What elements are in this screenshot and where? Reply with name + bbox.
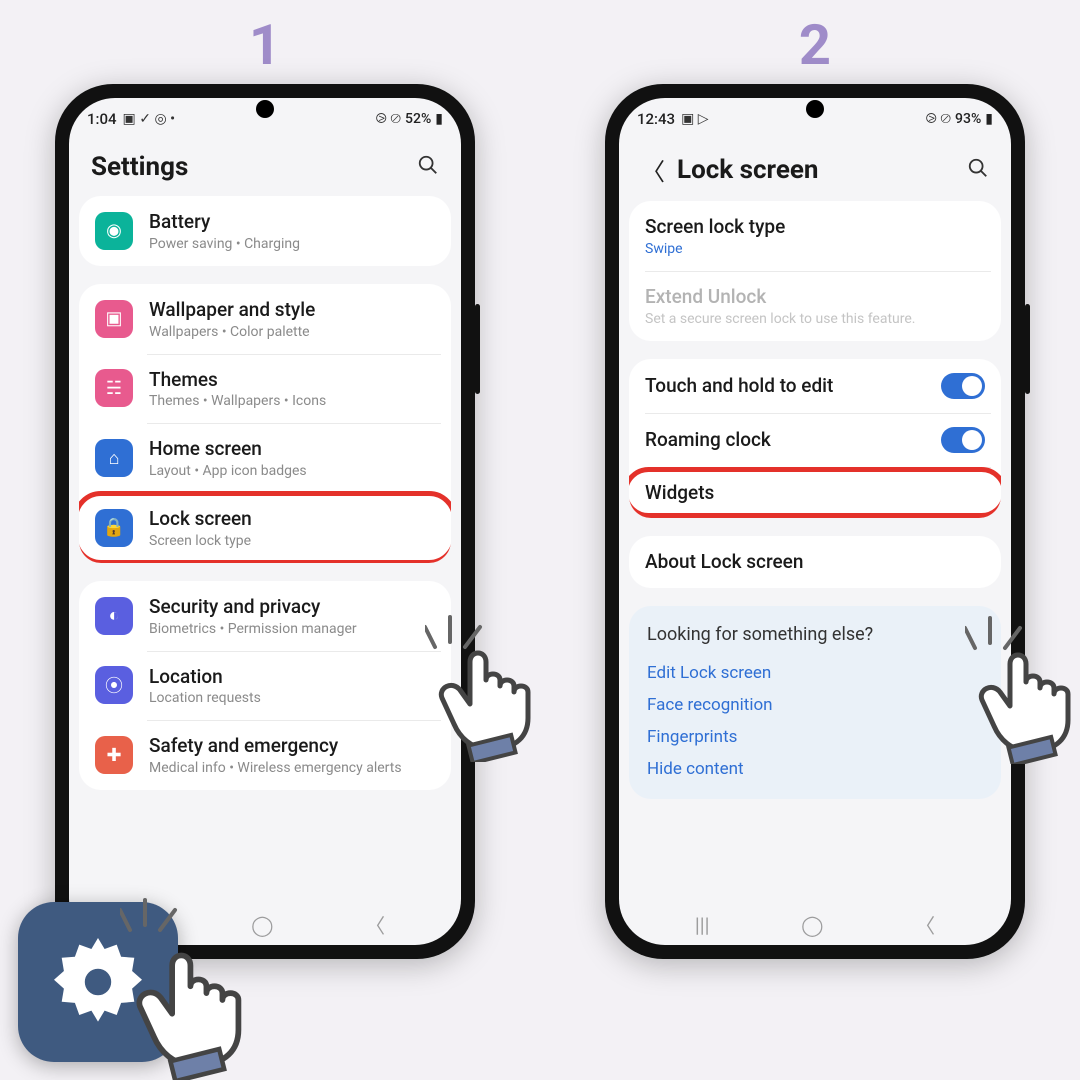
settings-group: About Lock screen <box>629 536 1001 588</box>
tap-indicator <box>120 890 190 940</box>
settings-row-touch-and-hold-to-edit[interactable]: Touch and hold to edit <box>629 359 1001 413</box>
settings-row-extend-unlock: Extend Unlock Set a secure screen lock to… <box>629 271 1001 341</box>
row-title: Touch and hold to edit <box>645 374 925 398</box>
home-icon: ⌂ <box>95 439 133 477</box>
row-subtitle: Wallpapers • Color palette <box>149 324 435 340</box>
camera-hole <box>806 100 824 118</box>
row-subtitle: Power saving • Charging <box>149 236 435 252</box>
nav-back[interactable]: 〈 <box>365 910 385 939</box>
settings-header: Settings <box>69 134 461 196</box>
lockscreen-header: 〈 Lock screen <box>619 134 1011 201</box>
row-subtitle: Swipe <box>645 241 985 257</box>
settings-row-security-and-privacy[interactable]: ◐ Security and privacy Biometrics • Permis… <box>79 581 451 651</box>
lock-icon: 🔒 <box>95 509 133 547</box>
row-title: Location <box>149 665 435 689</box>
step-2: 2 12:43 ▣ ▷ ⧁ ⊘ 93% ▮ 〈 <box>605 12 1025 959</box>
settings-group: Screen lock type Swipe Extend Unlock Set a … <box>629 201 1001 341</box>
step-number-2: 2 <box>799 12 831 78</box>
phone-screen-1: 1:04 ▣ ✓ ◎ • ⧁ ⊘ 52% ▮ Settings <box>69 98 461 945</box>
suggestion-link[interactable]: Hide content <box>647 753 983 785</box>
shield-icon: ◐ <box>95 597 133 635</box>
row-subtitle: Medical info • Wireless emergency alerts <box>149 760 435 776</box>
status-notification-icons: ▣ ✓ ◎ • <box>123 111 176 127</box>
status-time: 12:43 <box>637 110 675 128</box>
settings-row-safety-and-emergency[interactable]: ✚ Safety and emergency Medical info • Wire… <box>79 720 451 790</box>
settings-list: ◉ Battery Power saving • Charging ▣ Wallpape… <box>69 196 461 900</box>
search-icon[interactable] <box>417 154 439 180</box>
lockscreen-list: Screen lock type Swipe Extend Unlock Set a … <box>619 201 1011 900</box>
row-title: Widgets <box>645 481 985 505</box>
row-title: Security and privacy <box>149 595 435 619</box>
page-title: Settings <box>91 152 188 182</box>
row-title: Home screen <box>149 437 435 461</box>
wallpaper-icon: ▣ <box>95 300 133 338</box>
nav-back[interactable]: 〈 <box>915 910 935 939</box>
suggestion-link[interactable]: Fingerprints <box>647 721 983 753</box>
row-subtitle: Location requests <box>149 690 435 706</box>
settings-group: Touch and hold to edit Roaming clock Widge… <box>629 359 1001 519</box>
status-time: 1:04 <box>87 110 117 128</box>
battery-icon: ▮ <box>435 111 443 127</box>
row-title: Themes <box>149 368 435 392</box>
row-title: Wallpaper and style <box>149 298 435 322</box>
back-button[interactable]: 〈 <box>641 152 665 187</box>
settings-row-location[interactable]: ⦿ LocationLocation requests <box>79 651 451 721</box>
search-icon[interactable] <box>967 157 989 183</box>
settings-row-themes[interactable]: ☵ ThemesThemes • Wallpapers • Icons <box>79 354 451 424</box>
step-number-1: 1 <box>249 12 281 78</box>
phone-frame-2: 12:43 ▣ ▷ ⧁ ⊘ 93% ▮ 〈 Lock screen <box>605 84 1025 959</box>
settings-row-widgets[interactable]: Widgets <box>629 467 1001 519</box>
settings-row-screen-lock-type[interactable]: Screen lock type Swipe <box>629 201 1001 271</box>
settings-group: ◐ Security and privacy Biometrics • Permis… <box>79 581 451 790</box>
row-title: Screen lock type <box>645 215 985 239</box>
row-title: Lock screen <box>149 507 435 531</box>
suggestion-link[interactable]: Edit Lock screen <box>647 657 983 689</box>
phone-screen-2: 12:43 ▣ ▷ ⧁ ⊘ 93% ▮ 〈 Lock screen <box>619 98 1011 945</box>
toggle-switch[interactable] <box>941 373 985 399</box>
settings-row-about-lock-screen[interactable]: About Lock screen <box>629 536 1001 588</box>
row-title: Battery <box>149 210 435 234</box>
tap-indicator <box>965 608 1035 658</box>
status-battery: 93% <box>955 111 981 127</box>
settings-row-wallpaper-and-style[interactable]: ▣ Wallpaper and style Wallpapers • Color p… <box>79 284 451 354</box>
toggle-switch[interactable] <box>941 427 985 453</box>
settings-group: ◉ Battery Power saving • Charging <box>79 196 451 266</box>
row-subtitle: Biometrics • Permission manager <box>149 621 435 637</box>
emergency-icon: ✚ <box>95 736 133 774</box>
suggestion-title: Looking for something else? <box>647 624 983 645</box>
battery-icon: ▮ <box>985 111 993 127</box>
themes-icon: ☵ <box>95 369 133 407</box>
nav-home[interactable]: ◯ <box>801 913 823 937</box>
row-subtitle: Themes • Wallpapers • Icons <box>149 393 435 409</box>
row-title: Safety and emergency <box>149 734 435 758</box>
page-title: Lock screen <box>677 155 818 185</box>
tap-indicator <box>425 607 495 657</box>
settings-row-battery[interactable]: ◉ Battery Power saving • Charging <box>79 196 451 266</box>
suggestion-link[interactable]: Face recognition <box>647 689 983 721</box>
battery-icon: ◉ <box>95 212 133 250</box>
row-title: Extend Unlock <box>645 285 985 309</box>
nav-home[interactable]: ◯ <box>251 913 273 937</box>
row-subtitle: Screen lock type <box>149 533 435 549</box>
status-network-icons: ⧁ ⊘ <box>376 111 401 127</box>
status-notification-icons: ▣ ▷ <box>681 111 708 127</box>
location-icon: ⦿ <box>95 666 133 704</box>
nav-recents[interactable]: ||| <box>695 913 710 937</box>
row-title: Roaming clock <box>645 428 925 452</box>
status-battery: 52% <box>405 111 431 127</box>
row-title: About Lock screen <box>645 550 985 574</box>
suggestion-card: Looking for something else? Edit Lock scr… <box>629 606 1001 799</box>
step-1: 1 1:04 ▣ ✓ ◎ • ⧁ ⊘ 52% ▮ Se <box>55 12 475 959</box>
phone-frame-1: 1:04 ▣ ✓ ◎ • ⧁ ⊘ 52% ▮ Settings <box>55 84 475 959</box>
status-network-icons: ⧁ ⊘ <box>926 111 951 127</box>
settings-row-home-screen[interactable]: ⌂ Home screen Layout • App icon badges <box>79 423 451 493</box>
row-subtitle: Layout • App icon badges <box>149 463 435 479</box>
camera-hole <box>256 100 274 118</box>
android-nav-bar: ||| ◯ 〈 <box>619 900 1011 945</box>
settings-row-roaming-clock[interactable]: Roaming clock <box>629 413 1001 467</box>
settings-row-lock-screen[interactable]: 🔒 Lock screen Screen lock type <box>79 493 451 563</box>
row-subtitle: Set a secure screen lock to use this fea… <box>645 311 985 327</box>
settings-group: ▣ Wallpaper and style Wallpapers • Color p… <box>79 284 451 563</box>
